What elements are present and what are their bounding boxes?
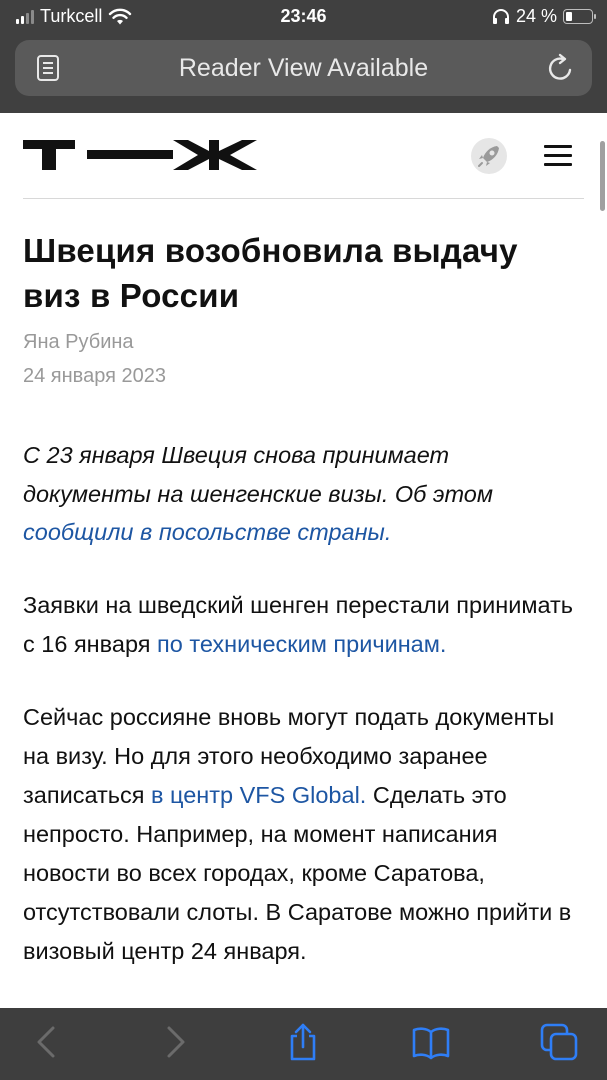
status-bar: Turkcell 23:46 24 % [0, 0, 607, 34]
article: Швеция возобновила выдачу виз в России Я… [23, 228, 583, 971]
battery-fill [566, 12, 572, 21]
article-title: Швеция возобновила выдачу виз в России [23, 232, 518, 314]
article-paragraph-2: Сейчас россияне вновь могут подать докум… [23, 698, 583, 971]
address-bar-text[interactable]: Reader View Available [15, 54, 592, 83]
site-header [0, 113, 607, 199]
tabs-button[interactable] [539, 1022, 579, 1062]
bookmarks-button[interactable] [411, 1022, 451, 1062]
lead-text: С 23 января Швеция снова принимает докум… [23, 442, 493, 507]
browser-bottom-toolbar [0, 1008, 607, 1080]
embassy-link[interactable]: сообщили в посольстве страны. [23, 519, 391, 545]
tabs-icon [540, 1023, 578, 1061]
address-bar[interactable]: Reader View Available [15, 40, 592, 96]
article-lead: С 23 января Швеция снова принимает докум… [23, 436, 583, 552]
hamburger-menu-icon[interactable] [544, 145, 572, 167]
share-button[interactable] [283, 1022, 323, 1062]
rocket-icon[interactable] [470, 137, 508, 175]
article-paragraph-1: Заявки на шведский шенген перестали прин… [23, 586, 583, 664]
share-icon [290, 1023, 316, 1061]
battery-icon [563, 9, 596, 24]
headphones-icon [492, 8, 509, 24]
battery-percent: 24 % [515, 6, 557, 26]
back-button[interactable] [27, 1022, 67, 1062]
status-right: 24 % [492, 6, 596, 27]
paragraph-2-text-continued: Сделать это непросто. Например, на момен… [23, 781, 572, 964]
chevron-right-icon [167, 1026, 185, 1058]
header-divider [23, 198, 584, 199]
chevron-left-icon [37, 1026, 55, 1058]
article-author[interactable]: Яна Рубина [23, 328, 583, 356]
article-date: 24 января 2023 [23, 365, 166, 387]
book-icon [412, 1027, 450, 1060]
reload-icon[interactable] [546, 53, 576, 83]
technical-reasons-link[interactable]: по техническим причинам. [157, 631, 446, 657]
forward-button[interactable] [155, 1022, 195, 1062]
vfs-global-link[interactable]: в центр VFS Global. [151, 782, 366, 808]
web-page: Швеция возобновила выдачу виз в России Я… [0, 113, 607, 1008]
site-logo[interactable] [23, 137, 257, 173]
browser-top-chrome: Turkcell 23:46 24 % Reader View Availabl… [0, 0, 607, 113]
